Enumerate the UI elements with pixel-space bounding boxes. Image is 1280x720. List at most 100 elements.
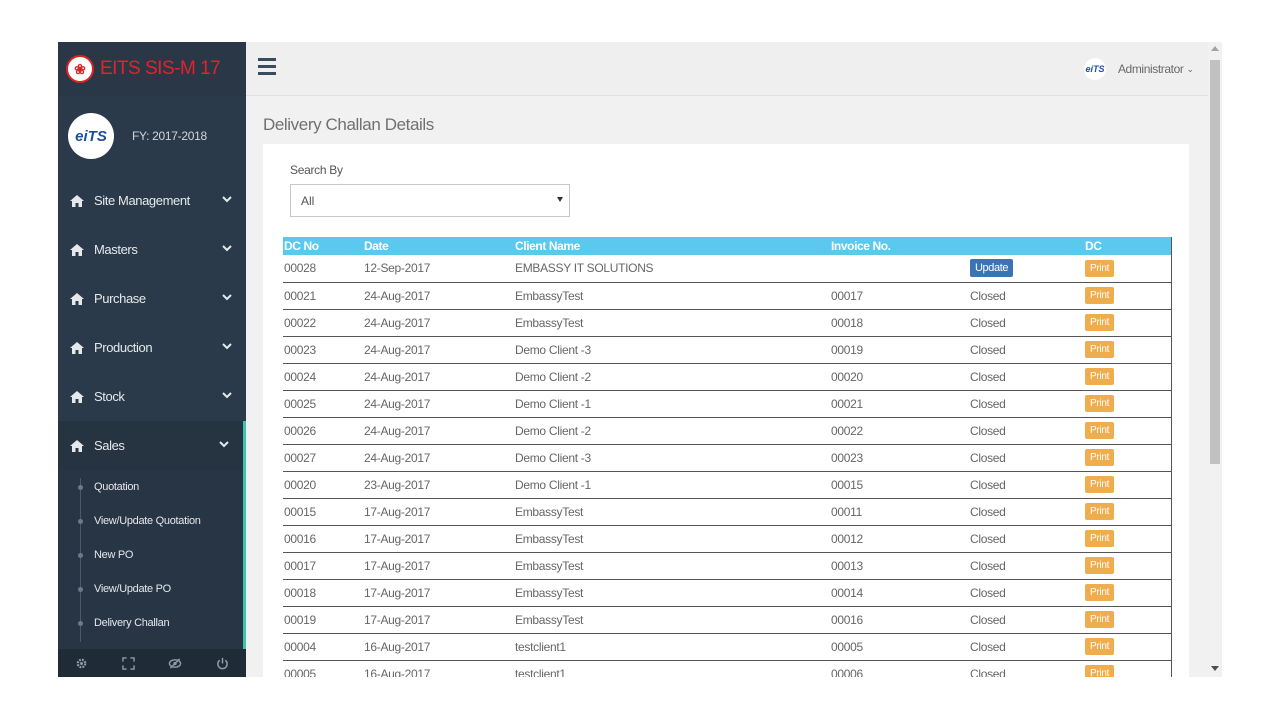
invoice-number-cell: 00018	[830, 309, 969, 337]
table-row: 00027 24-Aug-2017 Demo Client -3 00023 Close…	[283, 444, 1171, 472]
sales-submenu: Quotation View/Update Quotation New PO V…	[58, 470, 246, 650]
brand-logo-mark: ❀	[74, 60, 86, 77]
scroll-up-icon[interactable]	[1211, 46, 1219, 51]
search-by-select[interactable]: All	[290, 184, 570, 217]
fiscal-year: FY: 2017-2018	[132, 129, 207, 143]
client-name-cell: EmbassyTest	[514, 579, 830, 607]
status-cell: Closed	[969, 498, 1084, 526]
menu-toggle-icon[interactable]	[258, 58, 276, 76]
date-cell: 12-Sep-2017	[363, 255, 514, 283]
submenu-item-view-update-quotation[interactable]: View/Update Quotation	[58, 504, 243, 538]
print-button[interactable]: Print	[1085, 530, 1115, 547]
submenu-item-quotation[interactable]: Quotation	[58, 470, 243, 504]
brand-title: EITS SIS-M 17	[100, 58, 221, 79]
table-row: 00005 16-Aug-2017 testclient1 00006 Closed Pr…	[283, 660, 1171, 677]
table-header-row: DC No Date Client Name Invoice No. DC	[283, 237, 1171, 255]
date-cell: 24-Aug-2017	[363, 282, 514, 310]
brand-header[interactable]: ❀ EITS SIS-M 17	[58, 42, 246, 96]
print-button[interactable]: Print	[1085, 611, 1115, 628]
fullscreen-icon[interactable]	[121, 656, 135, 670]
gear-icon[interactable]	[75, 657, 88, 670]
print-button[interactable]: Print	[1085, 476, 1115, 493]
invoice-number-cell: 00006	[830, 660, 969, 677]
table-row: 00015 17-Aug-2017 EmbassyTest 00011 Closed Pr…	[283, 498, 1171, 526]
update-button[interactable]: Update	[970, 259, 1014, 278]
column-header-status	[969, 237, 1084, 255]
dc-number-cell: 00023	[283, 336, 363, 364]
sidebar-item-site-management[interactable]: Site Management	[58, 176, 246, 225]
print-button[interactable]: Print	[1085, 395, 1115, 412]
scroll-thumb[interactable]	[1210, 60, 1220, 464]
user-menu[interactable]: eiTS Administrator ⌄	[1083, 58, 1194, 80]
dc-number-cell: 00027	[283, 444, 363, 472]
invoice-number-cell	[830, 255, 969, 283]
table-row: 00020 23-Aug-2017 Demo Client -1 00015 Close…	[283, 471, 1171, 499]
print-button[interactable]: Print	[1085, 368, 1115, 385]
sidebar-item-purchase[interactable]: Purchase	[58, 274, 246, 323]
bullet-icon	[78, 553, 83, 558]
client-name-cell: testclient1	[514, 660, 830, 677]
invoice-number-cell: 00021	[830, 390, 969, 418]
status-cell: Closed	[969, 444, 1084, 472]
print-button[interactable]: Print	[1085, 503, 1115, 520]
scroll-down-icon[interactable]	[1211, 666, 1219, 671]
print-button[interactable]: Print	[1085, 287, 1115, 304]
client-name-cell: testclient1	[514, 633, 830, 661]
sidebar-item-stock[interactable]: Stock	[58, 372, 246, 421]
print-button[interactable]: Print	[1085, 314, 1115, 331]
sidebar-item-masters[interactable]: Masters	[58, 225, 246, 274]
print-button[interactable]: Print	[1085, 638, 1115, 655]
sidebar-item-sales[interactable]: Sales	[58, 421, 246, 470]
sidebar-item-production[interactable]: Production	[58, 323, 246, 372]
page-scrollbar[interactable]	[1208, 42, 1222, 677]
sidebar-item-label: Purchase	[94, 291, 146, 306]
status-cell: Closed	[969, 390, 1084, 418]
print-button[interactable]: Print	[1085, 259, 1115, 277]
status-cell: Closed	[969, 471, 1084, 499]
sidebar-menu: Site Management Masters Purchase Product…	[58, 176, 246, 650]
client-name-cell: Demo Client -3	[514, 444, 830, 472]
invoice-number-cell: 00017	[830, 282, 969, 310]
status-cell: Closed	[969, 417, 1084, 445]
table-row: 00017 17-Aug-2017 EmbassyTest 00013 Closed Pr…	[283, 552, 1171, 580]
print-button[interactable]: Print	[1085, 665, 1115, 677]
print-button[interactable]: Print	[1085, 449, 1115, 466]
client-name-cell: Demo Client -2	[514, 417, 830, 445]
print-button[interactable]: Print	[1085, 341, 1115, 358]
print-button[interactable]: Print	[1085, 422, 1115, 439]
dc-number-cell: 00019	[283, 606, 363, 634]
table-row: 00023 24-Aug-2017 Demo Client -3 00019 Close…	[283, 336, 1171, 364]
dc-number-cell: 00026	[283, 417, 363, 445]
home-icon	[70, 292, 84, 305]
date-cell: 24-Aug-2017	[363, 444, 514, 472]
eye-off-icon[interactable]	[168, 657, 182, 670]
print-button[interactable]: Print	[1085, 584, 1115, 601]
submenu-item-delivery-challan[interactable]: Delivery Challan	[58, 606, 243, 640]
submenu-item-new-po[interactable]: New PO	[58, 538, 243, 572]
dc-cell: Print	[1084, 579, 1171, 607]
date-cell: 24-Aug-2017	[363, 309, 514, 337]
table-row: 00019 17-Aug-2017 EmbassyTest 00016 Closed Pr…	[283, 606, 1171, 634]
column-header-invoice-no: Invoice No.	[831, 239, 891, 253]
dc-number-cell: 00020	[283, 471, 363, 499]
search-by-label: Search By	[290, 163, 343, 177]
content-panel: Search By All DC No Date Client Name Inv…	[263, 144, 1189, 677]
sidebar-footer	[58, 649, 246, 677]
table-row: 00025 24-Aug-2017 Demo Client -1 00021 Close…	[283, 390, 1171, 418]
home-icon	[70, 194, 84, 207]
print-button[interactable]: Print	[1085, 557, 1115, 574]
dc-cell: Print	[1084, 363, 1171, 391]
search-by-value: All	[301, 193, 315, 208]
avatar-mark: eiTS	[1085, 64, 1105, 74]
date-cell: 16-Aug-2017	[363, 633, 514, 661]
invoice-number-cell: 00013	[830, 552, 969, 580]
submenu-item-view-update-po[interactable]: View/Update PO	[58, 572, 243, 606]
dc-number-cell: 00015	[283, 498, 363, 526]
date-cell: 17-Aug-2017	[363, 552, 514, 580]
invoice-number-cell: 00019	[830, 336, 969, 364]
home-icon	[70, 439, 84, 452]
client-name-cell: EmbassyTest	[514, 525, 830, 553]
dc-cell: Print	[1084, 282, 1171, 310]
sidebar-item-label: Production	[94, 340, 153, 355]
power-icon[interactable]	[216, 657, 229, 670]
